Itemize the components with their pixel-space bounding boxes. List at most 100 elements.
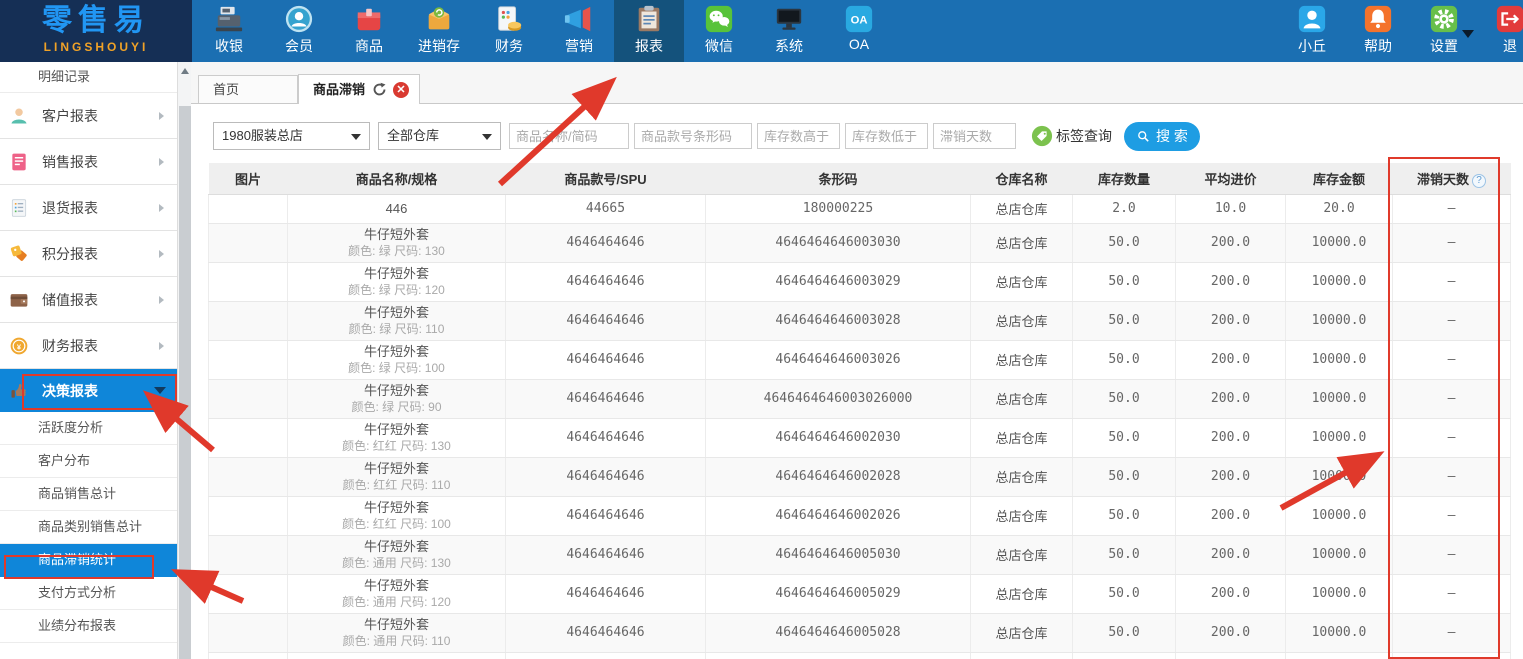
scroll-up-arrow-icon[interactable]: [178, 64, 192, 78]
sidebar-item-支付方式分析[interactable]: 支付方式分析: [0, 577, 177, 610]
topnav-item-user[interactable]: 小丘: [1279, 0, 1345, 62]
topnav-item-inventory[interactable]: 进销存: [404, 0, 474, 62]
table-row[interactable]: 牛仔短外套颜色: 红红 尺码: 100464646464646464646460…: [209, 496, 1511, 535]
cell-barcode: 4646464646002026: [706, 496, 971, 535]
cell-warehouse: 总店仓库: [971, 194, 1073, 223]
cell-warehouse: 总店仓库: [971, 496, 1073, 535]
main-content: 首页 商品滞销 ✕ 1980服装总店 全部仓库 标签查询 搜 索: [191, 62, 1523, 659]
sidebar-item-detail-records[interactable]: 明细记录: [0, 62, 177, 93]
table-row[interactable]: 牛仔短外套颜色: 红红 尺码: 110464646464646464646460…: [209, 457, 1511, 496]
sidebar-item-客户分布[interactable]: 客户分布: [0, 445, 177, 478]
cell-spu: 4646464646: [506, 262, 706, 301]
cell-name: 牛仔短外套: [288, 652, 506, 659]
topnav-item-oa[interactable]: OA OA: [824, 0, 894, 62]
topnav-item-help[interactable]: 帮助: [1345, 0, 1411, 62]
cell-avg-price: 200.0: [1176, 262, 1286, 301]
cell-avg-price: 200.0: [1176, 535, 1286, 574]
cell-spu: 4646464646: [506, 301, 706, 340]
filter-input-商品款号条形码[interactable]: [634, 123, 752, 149]
cell-days: –: [1393, 194, 1511, 223]
sidebar-item-业绩分布报表[interactable]: 业绩分布报表: [0, 610, 177, 643]
cell-warehouse: 总店仓库: [971, 613, 1073, 652]
table-row[interactable]: 牛仔短外套颜色: 绿 尺码: 9046464646464646464646003…: [209, 379, 1511, 418]
cell-name: 牛仔短外套颜色: 通用 尺码: 120: [288, 574, 506, 613]
sidebar-scrollbar[interactable]: [177, 62, 191, 659]
sidebar-group-decision[interactable]: 决策报表: [0, 369, 177, 412]
sidebar-group-stored-value[interactable]: 储值报表: [0, 277, 177, 323]
topnav-item-wechat[interactable]: 微信: [684, 0, 754, 62]
brand-logo[interactable]: 零售易 LINGSHOUYI: [0, 0, 192, 62]
sidebar-group-finance[interactable]: ¥ 财务报表: [0, 323, 177, 369]
chevron-right-icon: [159, 296, 164, 304]
topnav-item-finance[interactable]: 财务: [474, 0, 544, 62]
sidebar-item-商品销售总计[interactable]: 商品销售总计: [0, 478, 177, 511]
cell-name: 446: [288, 194, 506, 223]
tag-query-button[interactable]: 标签查询: [1031, 125, 1112, 147]
cell-days: –: [1393, 535, 1511, 574]
topnav-item-settings[interactable]: 设置: [1411, 0, 1477, 62]
store-select[interactable]: 1980服装总店: [213, 122, 370, 150]
cell-avg-price: 200.0: [1176, 340, 1286, 379]
filter-input-商品名称/简码[interactable]: [509, 123, 629, 149]
topnav-item-cashier[interactable]: 收银: [194, 0, 264, 62]
column-header: 库存金额: [1286, 163, 1393, 194]
inventory-icon: [424, 4, 454, 34]
filter-input-库存数高于[interactable]: [757, 123, 840, 149]
cell-avg-price: 200.0: [1176, 457, 1286, 496]
chevron-right-icon: [159, 250, 164, 258]
cell-avg-price: 200.0: [1176, 418, 1286, 457]
cell-days: –: [1393, 379, 1511, 418]
table-row[interactable]: 牛仔短外套颜色: 绿 尺码: 1304646464646464646464600…: [209, 223, 1511, 262]
sidebar-scrollbar-thumb[interactable]: [179, 106, 191, 659]
column-header: 仓库名称: [971, 163, 1073, 194]
member-icon: [284, 4, 314, 34]
tab-商品滞销[interactable]: 商品滞销 ✕: [298, 74, 420, 104]
table-row[interactable]: 牛仔短外套: [209, 652, 1511, 659]
table-row[interactable]: 牛仔短外套颜色: 绿 尺码: 1104646464646464646464600…: [209, 301, 1511, 340]
column-header: 滞销天数?: [1393, 163, 1511, 194]
chevron-down-icon: [351, 134, 361, 140]
filter-input-滞销天数[interactable]: [933, 123, 1016, 149]
sidebar-group-customer[interactable]: 客户报表: [0, 93, 177, 139]
topnav-item-logout[interactable]: 退: [1477, 0, 1523, 62]
warehouse-select[interactable]: 全部仓库: [378, 122, 501, 150]
cell-barcode: 4646464646003026: [706, 340, 971, 379]
close-tab-icon[interactable]: ✕: [393, 82, 409, 98]
cell-amount: 10000.0: [1286, 301, 1393, 340]
cell-spu: [506, 652, 706, 659]
help-icon[interactable]: ?: [1472, 174, 1486, 188]
refresh-icon[interactable]: [372, 82, 387, 97]
table-row[interactable]: 44644665180000225总店仓库2.010.020.0–: [209, 194, 1511, 223]
topnav-item-member[interactable]: 会员: [264, 0, 334, 62]
filter-input-库存数低于[interactable]: [845, 123, 928, 149]
topnav-item-goods[interactable]: 商品: [334, 0, 404, 62]
table-row[interactable]: 牛仔短外套颜色: 通用 尺码: 130464646464646464646460…: [209, 535, 1511, 574]
tab-首页[interactable]: 首页: [198, 75, 298, 103]
search-button[interactable]: 搜 索: [1124, 122, 1200, 151]
sidebar-group-returns[interactable]: 退货报表: [0, 185, 177, 231]
chevron-down-icon: [1462, 30, 1474, 38]
brand-latin: LINGSHOUYI: [0, 40, 192, 54]
sidebar-group-sales[interactable]: 销售报表: [0, 139, 177, 185]
sidebar-group-points[interactable]: 积分报表: [0, 231, 177, 277]
tab-strip: 首页 商品滞销 ✕: [191, 62, 1523, 104]
cell-amount: 10000.0: [1286, 457, 1393, 496]
cell-barcode: 4646464646002028: [706, 457, 971, 496]
topnav-item-system[interactable]: 系统: [754, 0, 824, 62]
cell-name: 牛仔短外套颜色: 绿 尺码: 100: [288, 340, 506, 379]
table-row[interactable]: 牛仔短外套颜色: 通用 尺码: 110464646464646464646460…: [209, 613, 1511, 652]
sidebar-item-商品类别销售总计[interactable]: 商品类别销售总计: [0, 511, 177, 544]
bell-icon: [1363, 4, 1393, 34]
chevron-right-icon: [159, 158, 164, 166]
topnav-item-marketing[interactable]: 营销: [544, 0, 614, 62]
table-row[interactable]: 牛仔短外套颜色: 绿 尺码: 1004646464646464646464600…: [209, 340, 1511, 379]
sidebar-item-活跃度分析[interactable]: 活跃度分析: [0, 412, 177, 445]
table-row[interactable]: 牛仔短外套颜色: 绿 尺码: 1204646464646464646464600…: [209, 262, 1511, 301]
table-row[interactable]: 牛仔短外套颜色: 通用 尺码: 120464646464646464646460…: [209, 574, 1511, 613]
table-row[interactable]: 牛仔短外套颜色: 红红 尺码: 130464646464646464646460…: [209, 418, 1511, 457]
topnav-item-reports[interactable]: 报表: [614, 0, 684, 62]
goods-icon: [354, 4, 384, 34]
cell-warehouse: 总店仓库: [971, 379, 1073, 418]
cell-days: –: [1393, 496, 1511, 535]
sidebar-item-商品滞销统计[interactable]: 商品滞销统计: [0, 544, 177, 577]
